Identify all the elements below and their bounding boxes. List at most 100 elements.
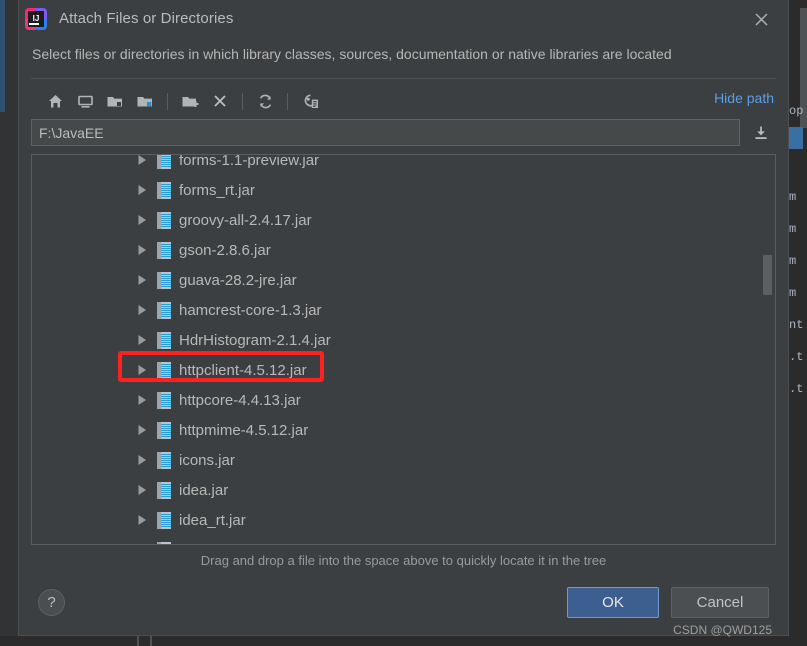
expand-arrow-icon[interactable] — [137, 355, 155, 385]
tree-row[interactable]: httpmime-4.5.12.jar — [32, 415, 775, 445]
tree-scrollbar-thumb[interactable] — [763, 255, 772, 295]
tree-row[interactable]: forms_rt.jar — [32, 175, 775, 205]
ide-code-fragment: m — [789, 286, 797, 300]
cancel-button[interactable]: Cancel — [671, 586, 769, 618]
jar-file-icon — [157, 155, 171, 169]
tree-row[interactable]: idea.jar — [32, 475, 775, 505]
desktop-icon[interactable] — [70, 88, 100, 114]
dialog-footer: ? OK Cancel CSDN @QWD125 — [19, 575, 788, 637]
tree-row[interactable]: idea_rt.jar — [32, 505, 775, 535]
tree-row-label: httpclient-4.5.12.jar — [179, 361, 307, 379]
tree-scrollbar-track[interactable] — [763, 155, 774, 544]
expand-arrow-icon[interactable] — [137, 295, 155, 325]
jar-file-icon — [157, 331, 171, 349]
expand-arrow-icon[interactable] — [137, 475, 155, 505]
expand-arrow-icon[interactable] — [137, 155, 155, 175]
tree-row-label: forms-1.1-preview.jar — [179, 154, 320, 169]
path-row — [31, 119, 776, 146]
close-icon[interactable] — [750, 8, 772, 30]
tree-row-label: idea_rt.jar — [179, 511, 246, 529]
logo-text: IJ — [32, 13, 40, 23]
dialog-description: Select files or directories in which lib… — [19, 37, 788, 71]
help-button[interactable]: ? — [38, 588, 65, 616]
jar-file-icon — [157, 511, 171, 529]
expand-arrow-icon[interactable] — [137, 205, 155, 235]
ide-code-fragment: m — [789, 254, 797, 268]
tree-row[interactable]: imageio-core-3.4.1.jar — [32, 535, 775, 544]
ide-code-fragment: .t — [789, 350, 804, 364]
jar-file-icon — [157, 391, 171, 409]
jar-file-icon — [157, 361, 171, 379]
ide-code-fragment: .t — [789, 382, 804, 396]
dialog-description-text: Select files or directories in which lib… — [32, 46, 672, 62]
expand-arrow-icon[interactable] — [137, 265, 155, 295]
dialog-titlebar: IJ Attach Files or Directories — [19, 0, 788, 37]
tree-row-label: httpcore-4.4.13.jar — [179, 391, 301, 409]
tree-row-label: idea.jar — [179, 481, 229, 499]
expand-arrow-icon[interactable] — [137, 535, 155, 544]
home-icon[interactable] — [40, 88, 70, 114]
refresh-icon[interactable] — [250, 88, 280, 114]
file-tree-panel[interactable]: forms-1.1-preview.jar forms_rt.jar groovy-… — [31, 154, 776, 545]
jar-file-icon — [157, 451, 171, 469]
tree-row-label: guava-28.2-jre.jar — [179, 271, 297, 289]
jar-file-icon — [157, 181, 171, 199]
intellij-idea-logo-icon: IJ — [25, 7, 47, 30]
expand-arrow-icon[interactable] — [137, 235, 155, 265]
new-folder-icon[interactable] — [175, 88, 205, 114]
file-chooser-toolbar — [31, 85, 776, 117]
tree-row-label: forms_rt.jar — [179, 181, 255, 199]
drag-drop-hint-text: Drag and drop a file into the space abov… — [200, 552, 607, 568]
tree-row[interactable]: httpclient-4.5.12.jar — [32, 355, 775, 385]
delete-icon[interactable] — [205, 88, 235, 114]
expand-arrow-icon[interactable] — [137, 325, 155, 355]
tree-row[interactable]: forms-1.1-preview.jar — [32, 154, 775, 175]
expand-arrow-icon[interactable] — [137, 385, 155, 415]
jar-file-icon — [157, 301, 171, 319]
tree-row[interactable]: gson-2.8.6.jar — [32, 235, 775, 265]
download-icon[interactable] — [746, 119, 776, 146]
jar-file-icon — [157, 541, 171, 544]
tree-row-label: httpmime-4.5.12.jar — [179, 421, 309, 439]
jar-file-icon — [157, 211, 171, 229]
jar-file-icon — [157, 241, 171, 259]
watermark: CSDN @QWD125 — [673, 623, 772, 637]
tree-row[interactable]: HdrHistogram-2.1.4.jar — [32, 325, 775, 355]
expand-arrow-icon[interactable] — [137, 175, 155, 205]
tree-row[interactable]: httpcore-4.4.13.jar — [32, 385, 775, 415]
toolbar-separator — [242, 92, 243, 110]
jar-file-icon — [157, 481, 171, 499]
jar-file-icon — [157, 421, 171, 439]
expand-arrow-icon[interactable] — [137, 445, 155, 475]
toolbar-separator — [287, 92, 288, 110]
page-title: Attach Files or Directories — [59, 10, 234, 27]
drag-drop-hint: Drag and drop a file into the space abov… — [19, 545, 788, 575]
ide-code-fragment: nt — [789, 318, 804, 332]
tree-row-label: hamcrest-core-1.3.jar — [179, 301, 322, 319]
path-input[interactable] — [31, 119, 740, 146]
tree-row[interactable]: groovy-all-2.4.17.jar — [32, 205, 775, 235]
expand-arrow-icon[interactable] — [137, 415, 155, 445]
project-folder-icon[interactable] — [100, 88, 130, 114]
show-hidden-files-icon[interactable] — [295, 88, 325, 114]
toolbar-region: Hide path — [31, 78, 776, 117]
ide-bottom-strip — [0, 636, 807, 646]
ide-code-fragment: m — [789, 222, 797, 236]
ide-left-accent-bar — [0, 0, 5, 112]
tree-row-label: gson-2.8.6.jar — [179, 241, 271, 259]
tree-row[interactable]: hamcrest-core-1.3.jar — [32, 295, 775, 325]
tree-row-label: icons.jar — [179, 451, 235, 469]
tree-row[interactable]: icons.jar — [32, 445, 775, 475]
ok-button[interactable]: OK — [567, 586, 659, 618]
tree-row-label: imageio-core-3.4.1.jar — [179, 542, 325, 545]
expand-arrow-icon[interactable] — [137, 505, 155, 535]
ide-code-fragment: m — [789, 190, 797, 204]
tree-row[interactable]: guava-28.2-jre.jar — [32, 265, 775, 295]
hide-path-link[interactable]: Hide path — [714, 90, 774, 106]
toolbar-separator — [167, 92, 168, 110]
attach-files-dialog: IJ Attach Files or Directories Select fi… — [18, 0, 789, 637]
tree-row-label: groovy-all-2.4.17.jar — [179, 211, 312, 229]
module-folder-icon[interactable] — [130, 88, 160, 114]
tree-row-label: HdrHistogram-2.1.4.jar — [179, 331, 331, 349]
ide-selection-highlight — [789, 127, 803, 149]
